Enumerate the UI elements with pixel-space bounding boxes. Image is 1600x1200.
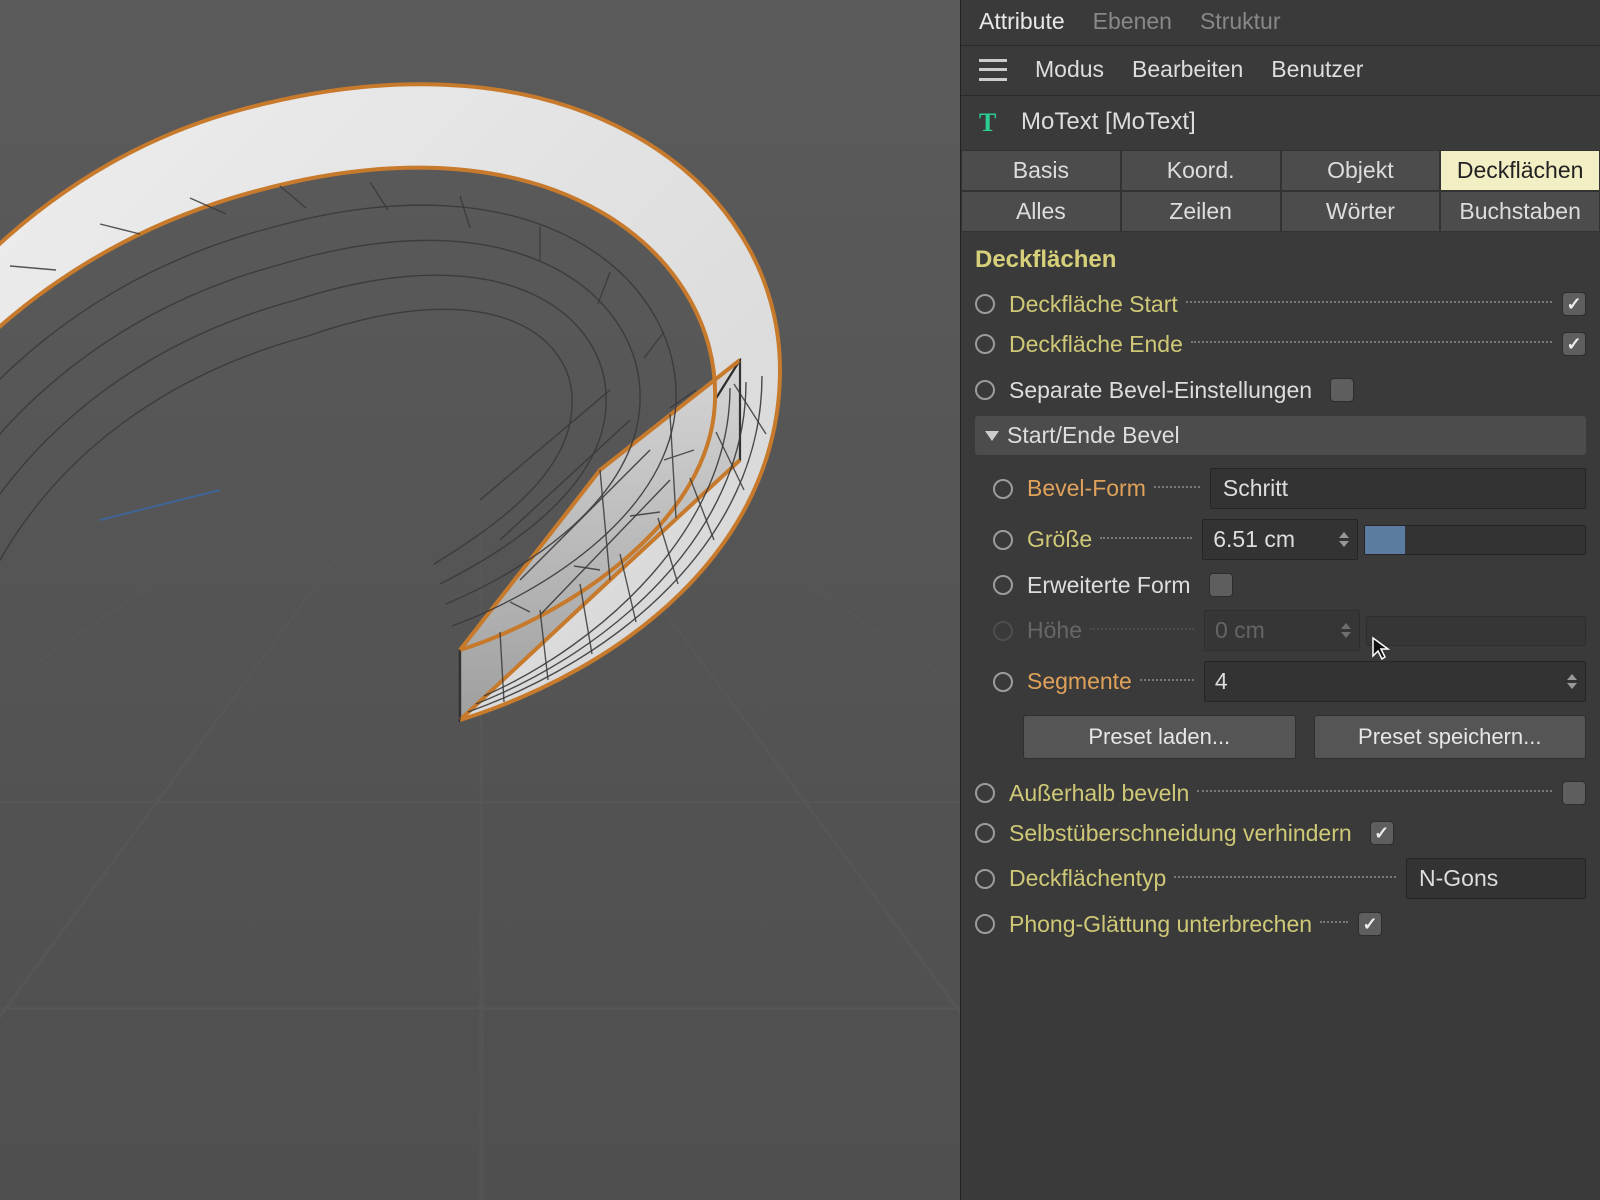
check-phong[interactable] [1358, 912, 1382, 936]
anim-dot[interactable] [993, 530, 1013, 550]
label-bevel-form: Bevel-Form [1027, 475, 1146, 502]
input-groesse[interactable]: 6.51 cm [1202, 519, 1358, 560]
preset-save-button[interactable]: Preset speichern... [1314, 715, 1587, 759]
anim-dot[interactable] [993, 479, 1013, 499]
anim-dot[interactable] [975, 823, 995, 843]
spinner-icon[interactable] [1339, 523, 1353, 556]
subtab-zeilen[interactable]: Zeilen [1121, 191, 1281, 232]
label-aussen-beveln: Außerhalb beveln [1009, 780, 1189, 807]
label-phong: Phong-Glättung unterbrechen [1009, 911, 1312, 938]
anim-dot[interactable] [975, 334, 995, 354]
subtab-koord[interactable]: Koord. [1121, 150, 1281, 191]
subtab-deckflaechen[interactable]: Deckflächen [1440, 150, 1600, 191]
label-groesse: Größe [1027, 526, 1092, 553]
tab-struktur[interactable]: Struktur [1200, 8, 1281, 35]
object-name: MoText [MoText] [1021, 108, 1196, 136]
menu-icon[interactable] [979, 59, 1007, 81]
label-selbstueberschneidung: Selbstüberschneidung verhindern [1009, 820, 1352, 847]
check-erweiterte-form[interactable] [1209, 573, 1233, 597]
anim-dot[interactable] [993, 672, 1013, 692]
anim-dot[interactable] [993, 575, 1013, 595]
spinner-icon [1341, 614, 1355, 647]
menu-benutzer[interactable]: Benutzer [1271, 56, 1363, 83]
label-erweiterte-form: Erweiterte Form [1027, 572, 1191, 599]
anim-dot[interactable] [975, 294, 995, 314]
attribute-panel: Attribute Ebenen Struktur Modus Bearbeit… [960, 0, 1600, 1200]
3d-viewport[interactable] [0, 0, 960, 1200]
motext-icon: T [979, 108, 1007, 136]
label-deck-start: Deckfläche Start [1009, 291, 1178, 318]
subtab-buchstaben[interactable]: Buchstaben [1440, 191, 1600, 232]
tab-ebenen[interactable]: Ebenen [1093, 8, 1172, 35]
anim-dot[interactable] [975, 783, 995, 803]
anim-dot[interactable] [975, 380, 995, 400]
section-title: Deckflächen [961, 232, 1600, 284]
group-start-ende-bevel[interactable]: Start/Ende Bevel [975, 416, 1586, 455]
menu-modus[interactable]: Modus [1035, 56, 1104, 83]
preview-mesh [0, 0, 960, 1200]
label-hoehe: Höhe [1027, 617, 1082, 644]
subtab-objekt[interactable]: Objekt [1281, 150, 1441, 191]
slider-hoehe [1366, 616, 1586, 646]
menu-bearbeiten[interactable]: Bearbeiten [1132, 56, 1243, 83]
tab-attribute[interactable]: Attribute [979, 8, 1065, 35]
panel-menubar: Modus Bearbeiten Benutzer [961, 46, 1600, 96]
preset-load-button[interactable]: Preset laden... [1023, 715, 1296, 759]
select-bevel-form[interactable]: Schritt [1210, 468, 1586, 509]
subtab-basis[interactable]: Basis [961, 150, 1121, 191]
input-hoehe: 0 cm [1204, 610, 1360, 651]
slider-groesse[interactable] [1364, 525, 1586, 555]
spinner-icon[interactable] [1567, 665, 1581, 698]
panel-tabs: Attribute Ebenen Struktur [961, 0, 1600, 46]
disclosure-icon [985, 431, 999, 441]
anim-dot[interactable] [975, 869, 995, 889]
label-deckflaechentyp: Deckflächentyp [1009, 865, 1166, 892]
anim-dot[interactable] [975, 914, 995, 934]
group-title: Start/Ende Bevel [1007, 422, 1180, 449]
subtab-alles[interactable]: Alles [961, 191, 1121, 232]
subtab-grid: Basis Koord. Objekt Deckflächen Alles Ze… [961, 150, 1600, 232]
check-deck-end[interactable] [1562, 332, 1586, 356]
label-separate-bevel: Separate Bevel-Einstellungen [1009, 377, 1312, 404]
label-segmente: Segmente [1027, 668, 1132, 695]
anim-dot [993, 621, 1013, 641]
label-deck-end: Deckfläche Ende [1009, 331, 1183, 358]
check-selbstueberschneidung[interactable] [1370, 821, 1394, 845]
check-aussen-beveln[interactable] [1562, 781, 1586, 805]
input-segmente[interactable]: 4 [1204, 661, 1586, 702]
subtab-woerter[interactable]: Wörter [1281, 191, 1441, 232]
check-separate-bevel[interactable] [1330, 378, 1354, 402]
check-deck-start[interactable] [1562, 292, 1586, 316]
object-header: T MoText [MoText] [961, 96, 1600, 150]
select-deckflaechentyp[interactable]: N-Gons [1406, 858, 1586, 899]
